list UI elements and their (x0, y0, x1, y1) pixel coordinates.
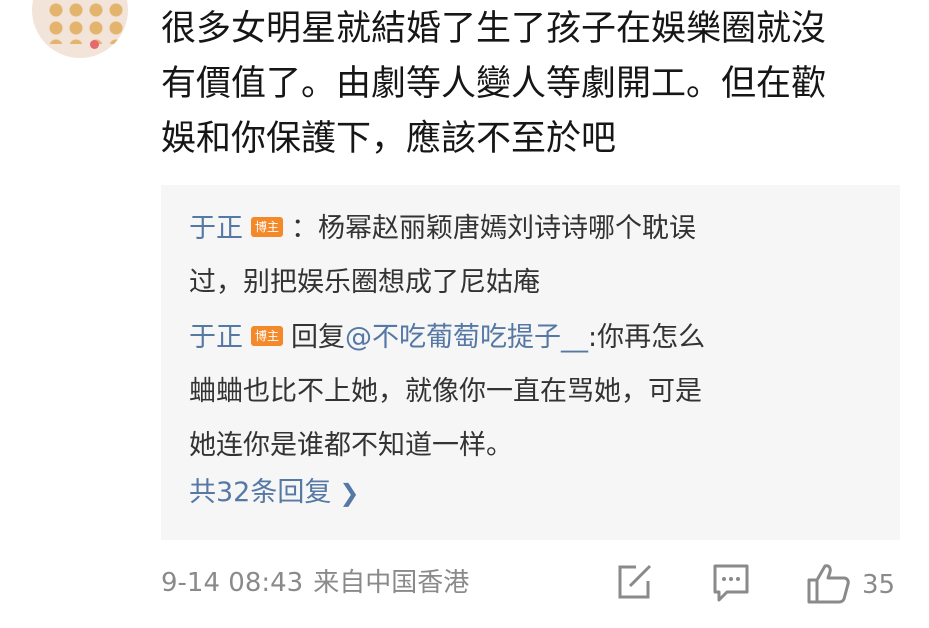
avatar-dot (90, 40, 99, 49)
avatar[interactable] (32, 0, 128, 58)
reply-box: 于正 博主 ：杨幂赵丽颖唐嫣刘诗诗哪个耽误 过，别把娱乐圈想成了尼姑庵 于正 博主 回复… (161, 185, 900, 540)
comment-line: 很多女明星就結婚了生了孩子在娛樂圈就沒 (161, 9, 827, 49)
comment-body: 很多女明星就結婚了生了孩子在娛樂圈就沒 有價值了。由劇等人變人等劇開工。但在歡 … (161, 2, 911, 167)
comment-line: 有價值了。由劇等人變人等劇開工。但在歡 (161, 64, 827, 104)
reply-prefix: 回复 (291, 322, 345, 353)
reply-item: 于正 博主 回复@不吃葡萄吃提子__:你再怎么 蛐蛐也比不上她，就像你一直在骂她，可… (189, 311, 889, 473)
comment-line: 娛和你保護下，應該不至於吧 (161, 119, 617, 159)
reply-text: 蛐蛐也比不上她，就像你一直在骂她，可是 (189, 376, 702, 407)
author-badge: 博主 (251, 325, 283, 346)
reply-text: 她连你是谁都不知道一样。 (189, 430, 513, 461)
comment-meta: 9-14 08:43 来自中国香港 (161, 563, 469, 603)
reply-text: ：杨幂赵丽颖唐嫣刘诗诗哪个耽误 (291, 213, 696, 244)
mention-link[interactable]: @不吃葡萄吃提子__ (345, 322, 588, 353)
chevron-right-icon: ❯ (339, 479, 360, 507)
more-replies-link[interactable]: 共32条回复 ❯ (189, 473, 359, 513)
reply-text: 过，别把娱乐圈想成了尼姑庵 (189, 267, 540, 298)
share-icon[interactable] (614, 562, 654, 604)
reply-item: 于正 博主 ：杨幂赵丽颖唐嫣刘诗诗哪个耽误 过，别把娱乐圈想成了尼姑庵 (189, 202, 889, 310)
like-icon[interactable] (806, 562, 852, 604)
more-replies-label: 共32条回复 (189, 477, 332, 508)
comment-icon[interactable] (711, 562, 751, 604)
timestamp: 9-14 08:43 (161, 568, 304, 598)
reply-author[interactable]: 于正 (189, 322, 243, 353)
location: 来自中国香港 (313, 568, 470, 598)
like-count: 35 (862, 570, 896, 600)
reply-text: :你再怎么 (588, 322, 706, 353)
avatar-pattern (48, 0, 128, 44)
author-badge: 博主 (251, 216, 283, 237)
reply-author[interactable]: 于正 (189, 213, 243, 244)
